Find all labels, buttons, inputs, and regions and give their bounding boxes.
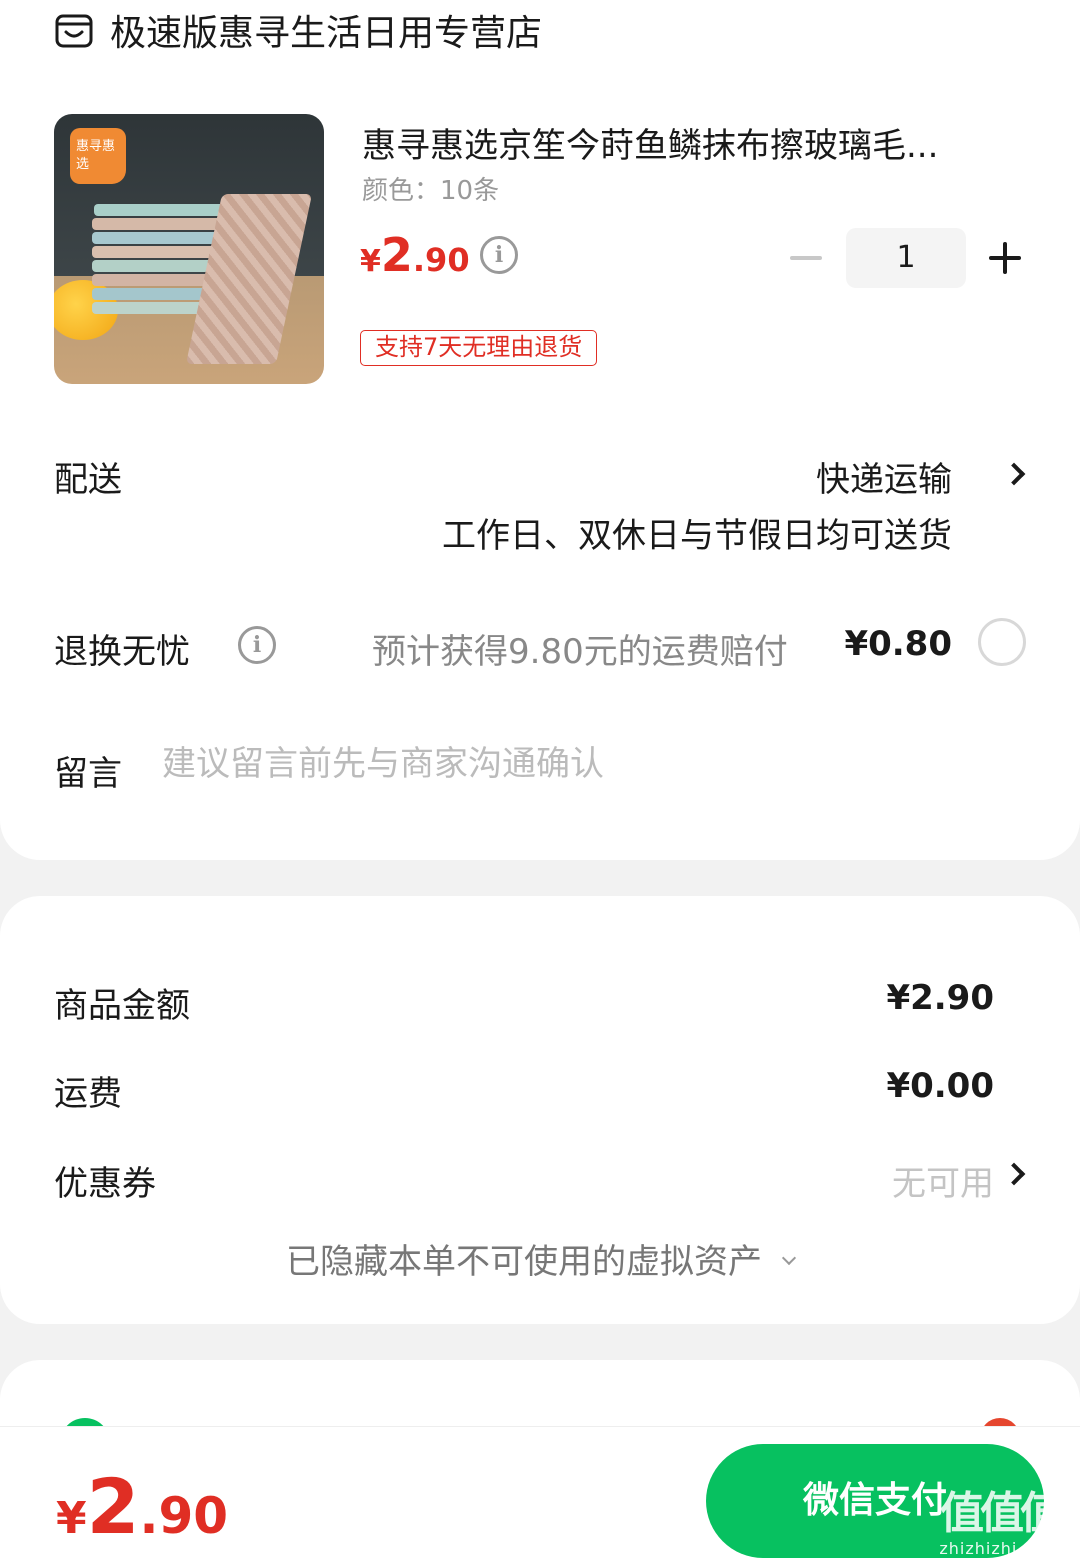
freight-label: 运费 [54,1074,122,1114]
message-input[interactable] [162,744,982,784]
total-integer: 2 [86,1462,140,1551]
total-currency: ¥ [56,1493,87,1544]
decrease-quantity-button[interactable] [786,238,826,278]
total-price: ¥ 2 .90 [56,1462,228,1551]
increase-quantity-button[interactable] [985,238,1025,278]
chevron-down-icon [781,1250,797,1266]
price-info-icon[interactable]: i [480,236,518,274]
return-label: 退换无忧 [54,632,190,672]
cloth-layer [92,246,226,258]
watermark: 值值值 zhizhizhi.com [930,1488,1070,1564]
store-icon [55,14,93,48]
store-name: 极速版惠寻生活日用专营店 [110,13,543,54]
product-price: ¥ 2 .90 [360,228,470,282]
coupon-label: 优惠券 [54,1164,156,1204]
quantity-field[interactable]: 1 [846,228,966,288]
return-price: ¥0.80 [844,624,952,664]
brand-badge: 惠寻惠选 [70,128,126,184]
coupon-value[interactable]: 无可用 [892,1156,994,1205]
return-insurance-radio[interactable] [978,618,1026,666]
freight-value: ¥0.00 [886,1066,994,1106]
return-policy-tag: 支持7天无理由退货 [360,330,598,366]
hidden-assets-text: 已隐藏本单不可使用的虚拟资产 [286,1242,762,1282]
goods-amount-label: 商品金额 [54,986,190,1026]
goods-amount-value: ¥2.90 [886,978,994,1018]
product-title[interactable]: 惠寻惠选京笙今莳鱼鳞抹布擦玻璃毛... [362,118,1022,167]
store-header[interactable]: 极速版惠寻生活日用专营店 [54,6,542,54]
product-image[interactable]: 惠寻惠选 [54,114,324,384]
shipping-label: 配送 [54,460,122,500]
cloth-layer [92,232,226,244]
return-description: 预计获得9.80元的运费赔付 [372,632,788,672]
shipping-method[interactable]: 快递运输 [816,452,952,501]
price-decimal: .90 [412,241,470,279]
price-integer: 2 [380,228,413,282]
hidden-assets-toggle[interactable]: 已隐藏本单不可使用的虚拟资产 [0,1234,1080,1283]
return-info-icon[interactable]: i [238,626,276,664]
total-decimal: .90 [139,1487,229,1545]
cloth-layer [92,218,226,230]
watermark-text: 值值值 [940,1488,1064,1539]
product-spec[interactable]: 颜色：10条 [362,170,499,207]
cloth-layer [94,204,224,216]
watermark-url: zhizhizhi.com [939,1539,1061,1558]
shipping-note: 工作日、双休日与节假日均可送货 [442,516,952,556]
message-label: 留言 [54,754,122,794]
price-currency: ¥ [360,244,381,279]
